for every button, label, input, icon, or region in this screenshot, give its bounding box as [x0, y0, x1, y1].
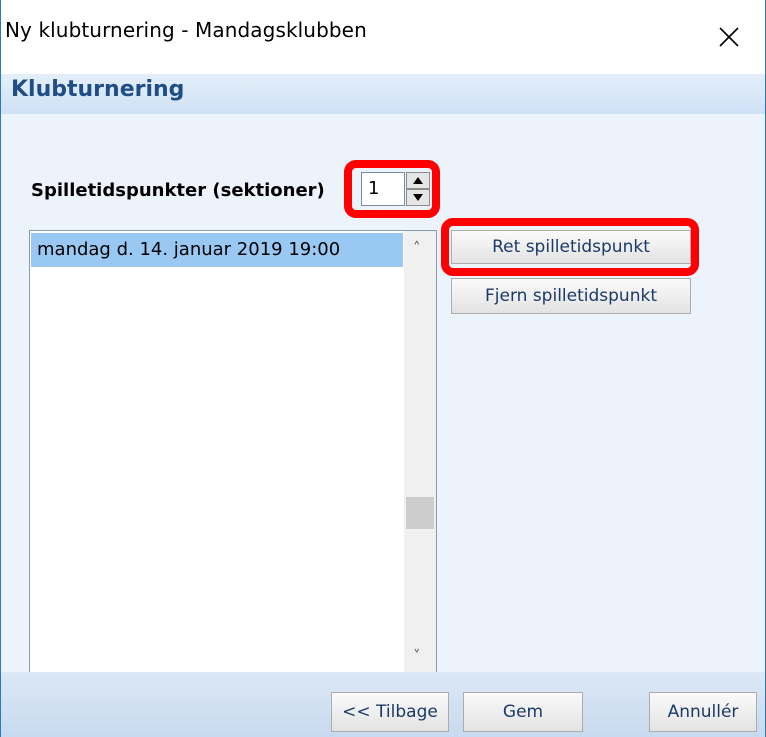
- back-button[interactable]: << Tilbage: [331, 692, 449, 732]
- save-button[interactable]: Gem: [463, 692, 583, 732]
- page-title: Klubturnering: [11, 77, 185, 102]
- vertical-scrollbar[interactable]: ˄ ˅: [404, 231, 436, 673]
- close-icon: [719, 27, 739, 47]
- chevron-up-icon[interactable]: ˄: [413, 239, 421, 257]
- footer-bar: << Tilbage Gem Annullér: [1, 672, 765, 737]
- cancel-button[interactable]: Annullér: [649, 692, 757, 732]
- list-item[interactable]: mandag d. 14. januar 2019 19:00: [31, 233, 403, 267]
- dialog-window: Ny klubturnering - Mandagsklubben Klubtu…: [0, 0, 766, 737]
- highlight-annotation: [344, 160, 440, 218]
- remove-time-button[interactable]: Fjern spilletidspunkt: [451, 278, 691, 314]
- schedule-listbox[interactable]: mandag d. 14. januar 2019 19:00 ˄ ˅ ‹ ›: [29, 230, 437, 716]
- window-title: Ny klubturnering - Mandagsklubben: [5, 18, 367, 42]
- sections-label: Spilletidspunkter (sektioner): [31, 180, 325, 201]
- close-button[interactable]: [693, 0, 765, 74]
- chevron-down-icon[interactable]: ˅: [413, 647, 421, 665]
- title-bar: Ny klubturnering - Mandagsklubben: [1, 0, 765, 74]
- content-panel: Spilletidspunkter (sektioner) 1 mandag d…: [1, 114, 765, 716]
- page-header: Klubturnering: [1, 74, 765, 114]
- highlight-annotation: [441, 218, 699, 276]
- vertical-scroll-thumb[interactable]: [406, 497, 434, 529]
